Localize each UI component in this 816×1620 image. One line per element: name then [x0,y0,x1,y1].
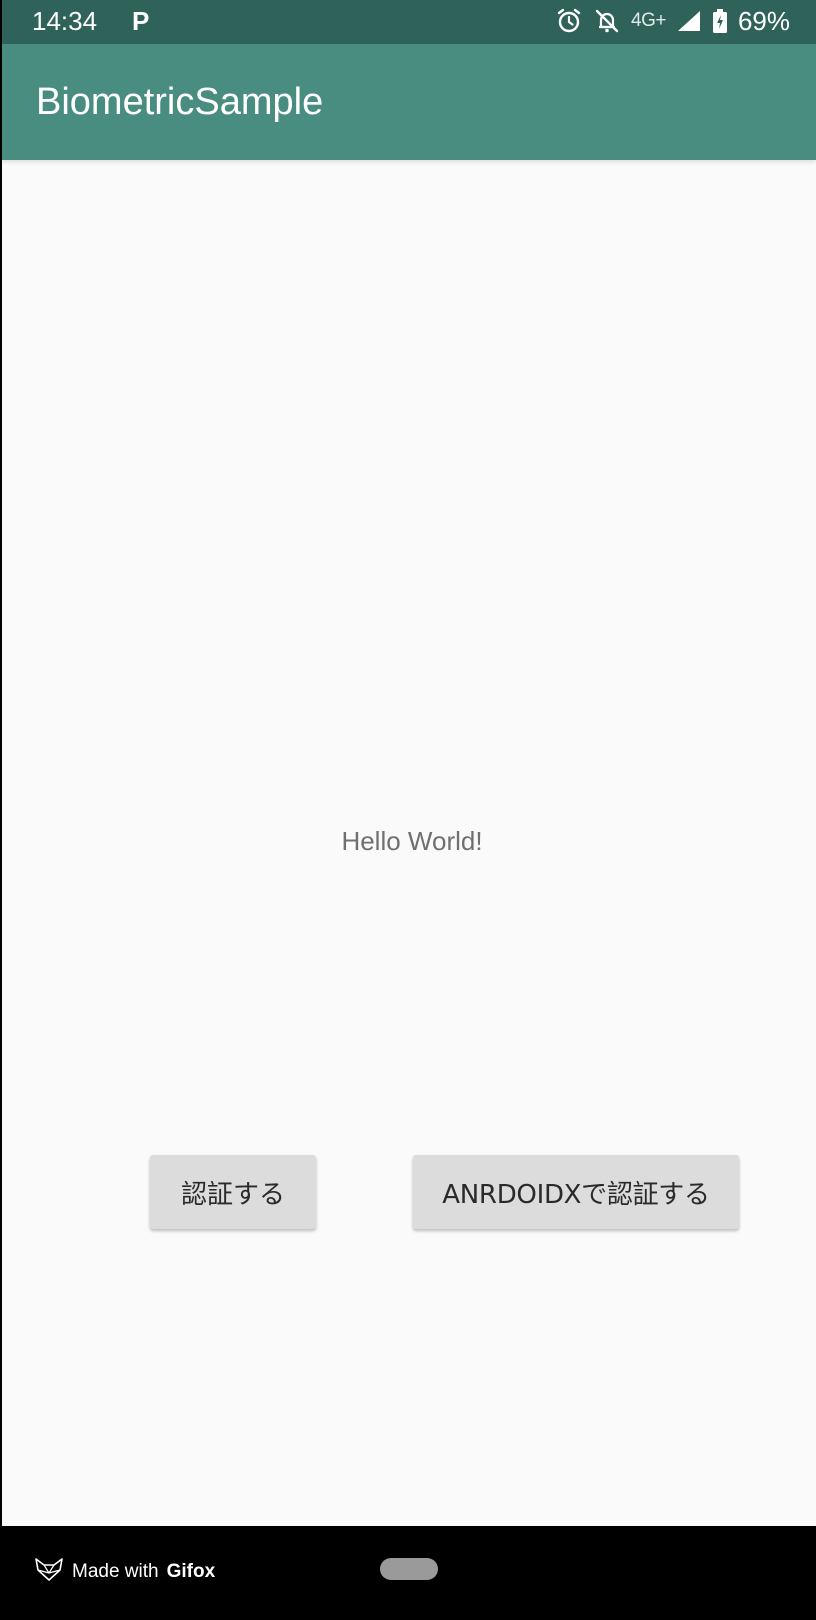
made-with-text: Made with [72,1561,159,1582]
status-time: 14:34 [32,6,98,36]
status-icons: 4G+ 69% [555,5,790,37]
battery-percent: 69% [737,6,790,36]
app-title: BiometricSample [36,81,324,123]
authenticate-button[interactable]: 認証する [150,1155,316,1229]
app-bar: BiometricSample [2,44,816,160]
main-content: Hello World! 認証する ANRDOIDXで認証する [2,160,816,1526]
gifox-fox-icon [34,1556,64,1588]
notifications-off-icon [593,7,621,35]
androidx-authenticate-button[interactable]: ANRDOIDXで認証する [413,1155,739,1229]
battery-icon [712,8,728,34]
navigation-bar: Made with Gifox [2,1526,816,1620]
gifox-brand: Gifox [166,1561,216,1582]
alarm-icon [555,7,583,35]
status-bar: 14:34 P 4G+ 69% [2,0,816,44]
parking-notification-icon: P [132,6,150,36]
hello-text: Hello World! [341,826,483,856]
phone-screen: 14:34 P 4G+ 69% BiometricSample Hello Wo… [2,0,816,1620]
home-pill[interactable] [380,1558,438,1580]
gifox-watermark: Made with Gifox [34,1554,215,1590]
network-type: 4G+ [631,10,666,31]
signal-icon [676,9,702,33]
